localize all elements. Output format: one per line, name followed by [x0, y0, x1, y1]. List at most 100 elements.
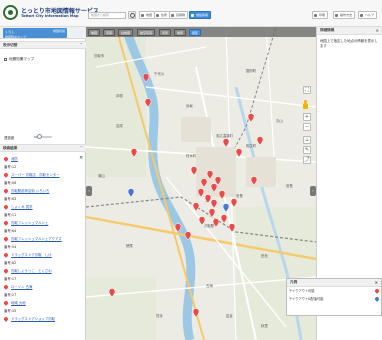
result-item[interactable]: ドラッグストアショップ鳥取 — [3, 315, 83, 323]
result-name-link[interactable]: 地域 大地 — [11, 301, 26, 305]
left-sidebar: くらし 地震防災マップ 地図切替 表示切替 ⌃ 地震知識マップ 透過度 検索結果… — [0, 27, 86, 340]
theme-bar: くらし 地震防災マップ 地図切替 — [0, 27, 86, 39]
print-icon — [314, 13, 317, 17]
left-panel-toggle[interactable]: ‹ — [86, 186, 92, 196]
results-list: 消防番号:12 スーパー 鳥取店 鳥取センター番号:06 鳥取駅前商店街 いろいろ番… — [0, 153, 86, 340]
map-pin-icon — [3, 300, 9, 306]
map-canvas[interactable]: 鳥取市千代川湖山 吉成鳥取駅 材木町 末広温泉町安長古海 相生町 浜坂田島秋里 徳尾覚寺 国府… — [86, 27, 316, 340]
result-item[interactable]: 地域 大地 — [3, 299, 83, 307]
help-button[interactable]: ヘルプ — [358, 11, 378, 19]
opacity-label: 透過度 — [4, 136, 15, 140]
result-name-link[interactable]: ローソン 古海 — [11, 285, 32, 289]
map-place-label: 材木町 — [186, 153, 197, 158]
results-section-header[interactable]: 検索結果 ⌃ — [0, 144, 86, 152]
result-item[interactable]: しょくみ 見学 — [3, 203, 83, 211]
nav-button-blank[interactable]: 白地図 — [118, 28, 134, 36]
city-logo-icon[interactable] — [3, 5, 18, 20]
map-place-label: 鳥取駅 — [204, 223, 215, 228]
map-pin-icon — [3, 172, 9, 178]
map-pin-icon — [3, 236, 9, 242]
manual-button[interactable]: 操作方法 — [333, 11, 356, 19]
result-name-link[interactable]: ドラッグストアショップ鳥取 — [11, 317, 55, 321]
layer-item[interactable]: 地震知識マップ — [4, 57, 34, 62]
map-layer-nav: 地図 写真 白地図 航空写真 背景 地形 街区 — [86, 27, 316, 37]
result-number: 番号:27 — [4, 293, 17, 297]
draw-icon[interactable]: ✎ — [303, 146, 311, 154]
result-item[interactable]: 消防 — [3, 155, 83, 163]
result-name-link[interactable]: 鳥取しょうっこ とくさわ — [11, 269, 52, 273]
nav-button-aerial[interactable]: 航空写真 — [137, 28, 156, 36]
street-view-pegman-icon[interactable] — [303, 100, 308, 109]
measure-icon[interactable]: ⟂ — [303, 136, 311, 144]
map-place-label: 浜坂 — [186, 103, 193, 108]
share-icon[interactable]: ⤴ — [303, 156, 311, 164]
map-place-label: 吉成 — [116, 123, 123, 128]
result-item[interactable]: ローソン 古海 — [3, 283, 83, 291]
map-legend: 凡例 × テイクアウト可能 テイクアウト&配達可能 — [286, 278, 382, 316]
map-pin-icon — [3, 252, 9, 258]
detail-panel-header: 詳細情報 × — [317, 27, 382, 35]
result-name-link[interactable]: スーパー 鳥取店 鳥取センター — [11, 173, 60, 177]
result-number: 番号:06 — [4, 181, 17, 185]
result-name-link[interactable]: 消防 — [11, 157, 18, 161]
result-name-link[interactable]: 鳥取フレッシュマルシェアクアズ — [11, 237, 62, 241]
result-item[interactable]: ドラッグストア鳥取 しけ — [3, 251, 83, 259]
nav-button-photo[interactable]: 写真 — [103, 28, 116, 36]
legend-header: 凡例 × — [287, 279, 381, 287]
layer-checkbox[interactable] — [4, 57, 7, 61]
collapse-icon[interactable]: ⌃ — [80, 145, 83, 151]
search-button[interactable] — [128, 11, 136, 19]
result-item[interactable]: 鳥取フレッシュマルシェアクアズ — [3, 235, 83, 243]
tool-button-map[interactable]: 地図 — [139, 11, 156, 19]
map-place-label: 丸山 — [276, 118, 283, 123]
map-place-label: 秋里 — [261, 323, 268, 328]
result-name-link[interactable]: 鳥取駅前商店街 いろいろ — [11, 189, 49, 193]
tool-button-facility[interactable]: 施設情報 — [189, 11, 212, 19]
close-icon[interactable]: × — [376, 27, 379, 34]
tool-button-landmark[interactable]: 目標物 — [169, 11, 189, 19]
result-name-link[interactable]: ドラッグストア鳥取 しけ — [11, 253, 52, 257]
theme-switch-link[interactable]: 地図切替 — [53, 29, 65, 33]
red-pin-icon — [374, 287, 380, 294]
map-pin-icon — [3, 316, 9, 322]
result-item[interactable]: 鳥取駅前商店街 いろいろ — [3, 187, 83, 195]
nav-button-background[interactable]: 背景 — [159, 28, 172, 36]
legend-row: テイクアウト&配達可能 — [289, 295, 381, 303]
opacity-slider-handle[interactable] — [36, 134, 42, 139]
result-name-link[interactable]: 鳥取フレッシュマルシェ — [11, 221, 48, 225]
result-name-link[interactable]: しょくみ 見学 — [11, 205, 33, 209]
tool-button-address[interactable]: 住所 — [154, 11, 171, 19]
detail-panel-text: 地図上で指定した地点の情報を表示します — [320, 39, 378, 48]
theme-selector[interactable]: くらし 地震防災マップ 地図切替 — [3, 28, 67, 39]
map-place-label: 覚寺 — [156, 313, 163, 318]
result-item[interactable]: 鳥取しょうっこ とくさわ — [3, 267, 83, 275]
zoom-out-button[interactable]: − — [303, 123, 311, 131]
zoom-in-button[interactable]: + — [303, 113, 311, 121]
nav-button-terrain[interactable]: 地形 — [174, 28, 187, 36]
map-pin-icon — [3, 156, 9, 162]
legend-row: テイクアウト可能 — [289, 287, 381, 295]
result-item[interactable]: スーパー 鳥取店 鳥取センター — [3, 171, 83, 179]
print-button[interactable]: 印刷 — [312, 11, 329, 19]
result-number: 番号:11 — [4, 213, 17, 217]
opacity-slider[interactable] — [34, 134, 52, 139]
map-place-label: 千代川 — [154, 71, 165, 76]
close-icon[interactable]: × — [375, 279, 378, 286]
map-place-label: 古海 — [206, 283, 213, 288]
collapse-icon[interactable]: ⌃ — [80, 42, 83, 48]
map-view[interactable]: 鳥取市 千代川 湖山 吉成 鳥取駅 材木町 末広温泉町 安長 古海 相生町 浜坂 田島 秋里 徳尾 覚寺 国府… — [86, 27, 316, 340]
result-number: 番号:17 — [4, 277, 17, 281]
layer-section-header[interactable]: 表示切替 ⌃ — [0, 41, 86, 49]
map-place-label: 田島 — [261, 253, 268, 258]
result-item[interactable]: 鳥取フレッシュマルシェ — [3, 219, 83, 227]
result-number: 番号:12 — [4, 165, 17, 169]
app-header: とっとり市地図情報サービス Tottori City Information M… — [0, 0, 382, 27]
map-place-label: 相生町 — [246, 143, 257, 148]
nav-button-map[interactable]: 地図 — [88, 28, 101, 36]
map-pin-icon — [3, 268, 9, 274]
map-pin-icon — [3, 220, 9, 226]
app-subtitle: Tottori City Information Map — [21, 14, 79, 18]
fullscreen-icon[interactable]: ⛶ — [303, 86, 311, 94]
address-search-input[interactable]: 地図から検索 — [88, 12, 126, 19]
nav-button-block[interactable]: 街区 — [189, 28, 202, 36]
